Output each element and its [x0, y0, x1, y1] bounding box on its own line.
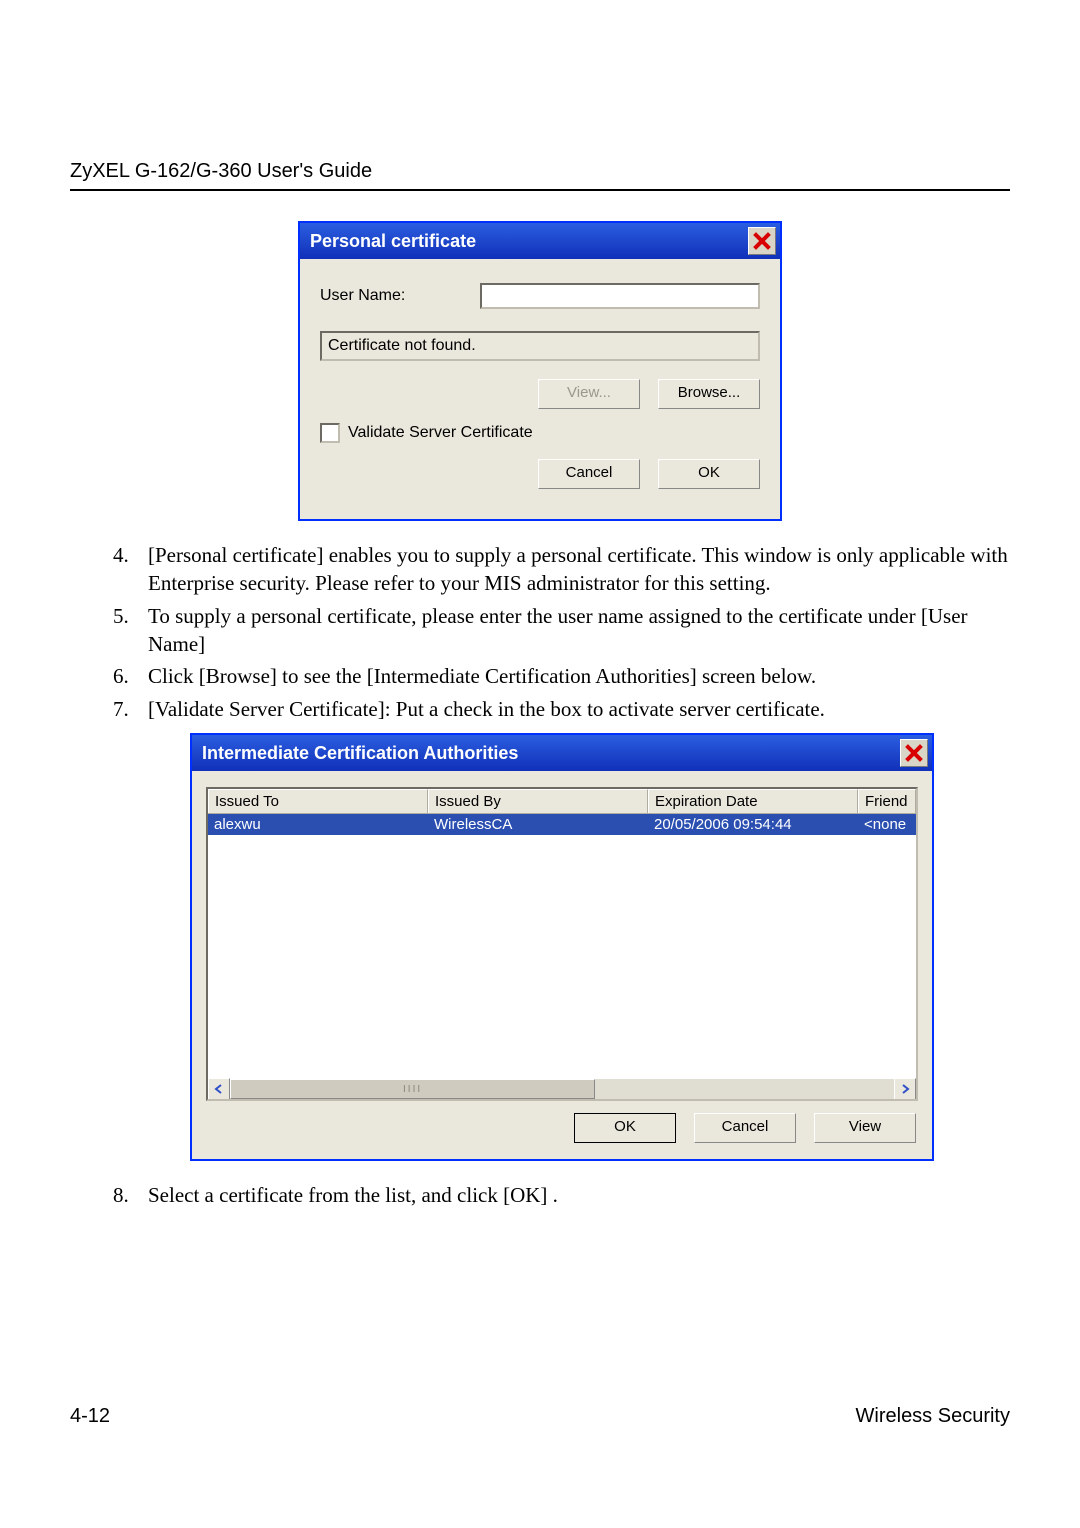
cell-friendly: <none	[858, 814, 916, 835]
cell-issued-by: WirelessCA	[428, 814, 648, 835]
ica-view-button[interactable]: View	[814, 1113, 916, 1143]
table-row[interactable]: alexwu WirelessCA 20/05/2006 09:54:44 <n…	[208, 814, 916, 835]
personal-title: Personal certificate	[310, 231, 476, 252]
ica-dialog: Intermediate Certification Authorities I…	[190, 733, 934, 1161]
close-icon[interactable]	[748, 227, 776, 255]
ica-titlebar: Intermediate Certification Authorities	[192, 735, 932, 771]
page-header: ZyXEL G-162/G-360 User's Guide	[70, 160, 1010, 191]
step-7: [Validate Server Certificate]: Put a che…	[134, 695, 1010, 723]
step-6: Click [Browse] to see the [Intermediate …	[134, 662, 1010, 690]
col-issued-to[interactable]: Issued To	[208, 789, 428, 813]
close-icon[interactable]	[900, 739, 928, 767]
validate-server-label: Validate Server Certificate	[348, 424, 533, 442]
instruction-list-2: Select a certificate from the list, and …	[70, 1181, 1010, 1209]
cert-listview[interactable]: Issued To Issued By Expiration Date Frie…	[206, 787, 918, 1101]
ica-title: Intermediate Certification Authorities	[202, 743, 518, 764]
step-8: Select a certificate from the list, and …	[134, 1181, 1010, 1209]
step-4: [Personal certificate] enables you to su…	[134, 541, 1010, 598]
horizontal-scrollbar[interactable]: IIII	[208, 1079, 916, 1099]
personal-titlebar: Personal certificate	[300, 223, 780, 259]
personal-certificate-dialog: Personal certificate User Name: Certific…	[298, 221, 782, 521]
col-issued-by[interactable]: Issued By	[428, 789, 648, 813]
scroll-left-icon[interactable]	[208, 1078, 230, 1100]
col-expiration[interactable]: Expiration Date	[648, 789, 858, 813]
user-name-input[interactable]	[480, 283, 760, 309]
page-footer: 4-12 Wireless Security	[70, 1405, 1010, 1428]
cell-issued-to: alexwu	[208, 814, 428, 835]
scroll-right-icon[interactable]	[894, 1078, 916, 1100]
browse-button[interactable]: Browse...	[658, 379, 760, 409]
step-5: To supply a personal certificate, please…	[134, 602, 1010, 659]
user-name-label: User Name:	[320, 287, 480, 305]
instruction-list: [Personal certificate] enables you to su…	[70, 541, 1010, 723]
col-friendly[interactable]: Friend	[858, 789, 916, 813]
page-number: 4-12	[70, 1405, 110, 1428]
cell-expiration: 20/05/2006 09:54:44	[648, 814, 858, 835]
ica-cancel-button[interactable]: Cancel	[694, 1113, 796, 1143]
ica-ok-button[interactable]: OK	[574, 1113, 676, 1143]
section-name: Wireless Security	[856, 1405, 1010, 1428]
cert-status-box: Certificate not found.	[320, 331, 760, 361]
cancel-button[interactable]: Cancel	[538, 459, 640, 489]
ok-button[interactable]: OK	[658, 459, 760, 489]
view-button: View...	[538, 379, 640, 409]
listview-header: Issued To Issued By Expiration Date Frie…	[208, 789, 916, 814]
validate-server-checkbox[interactable]	[320, 423, 340, 443]
scroll-thumb[interactable]: IIII	[230, 1079, 595, 1099]
